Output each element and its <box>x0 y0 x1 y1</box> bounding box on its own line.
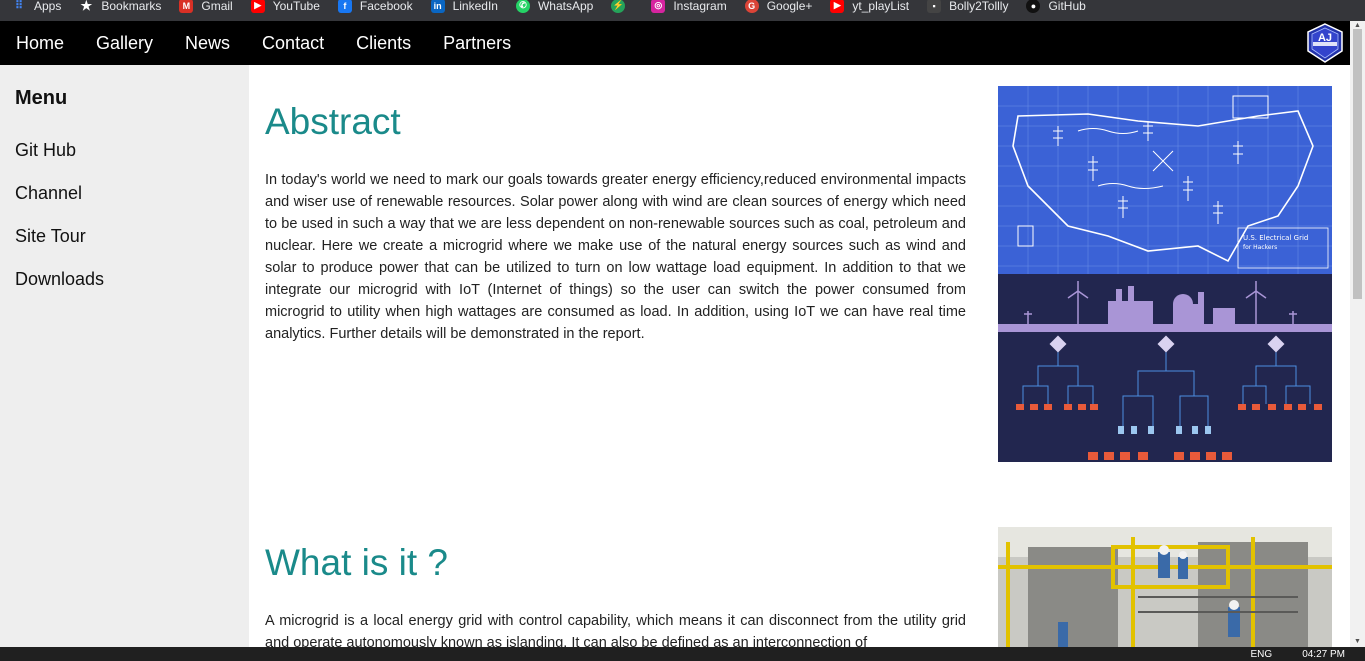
apps-grid-icon: ⠿ <box>14 0 24 12</box>
linkedin-icon: in <box>430 0 445 13</box>
nav-home[interactable]: Home <box>0 21 80 65</box>
page-scrollbar[interactable]: ▲ ▼ <box>1350 21 1365 647</box>
logo-text: AJ <box>1318 32 1332 44</box>
youtube-icon: ▶ <box>250 0 265 13</box>
nav-gallery[interactable]: Gallery <box>80 21 169 65</box>
scroll-down-arrow-icon[interactable]: ▼ <box>1350 637 1365 647</box>
microgrid-illustration: U.S. Electrical Grid for Hackers <box>998 86 1332 462</box>
clock[interactable]: 04:27 PM <box>1302 649 1345 660</box>
gmail-icon: M <box>179 0 194 13</box>
blueprint-sublabel: for Hackers <box>1243 244 1277 251</box>
bookmarks-bar: ⠿ Apps ★ Bookmarks M Gmail ▶ YouTube f Facebo… <box>0 0 1365 21</box>
instagram-icon: ◎ <box>651 0 666 13</box>
facebook-icon: f <box>337 0 352 13</box>
nav-partners[interactable]: Partners <box>427 21 527 65</box>
bookmark-youtube[interactable]: ▶ YouTube <box>250 0 320 16</box>
sidebar-item-git-hub[interactable]: Git Hub <box>15 140 234 163</box>
system-tray: ENG 04:27 PM <box>1251 649 1345 660</box>
abstract-section: Abstract In today's world we need to mar… <box>265 101 966 345</box>
what-is-it-section: What is it ? A microgrid is a local ener… <box>265 542 966 647</box>
bookmark-apps[interactable]: ⠿ Apps <box>12 0 61 16</box>
section-heading: Abstract <box>265 101 401 142</box>
sidebar-title: Menu <box>15 87 68 109</box>
section-heading: What is it ? <box>265 542 448 583</box>
bookmark-github[interactable]: ● GitHub <box>1026 0 1086 16</box>
site-logo[interactable]: AJ <box>1306 23 1344 63</box>
sidebar-item-site-tour[interactable]: Site Tour <box>15 226 234 249</box>
language-indicator[interactable]: ENG <box>1251 649 1273 660</box>
star-icon: ★ <box>80 0 93 13</box>
section-body: A microgrid is a local energy grid with … <box>265 613 966 647</box>
nav-contact[interactable]: Contact <box>246 21 340 65</box>
bookmark-bolly2tollly[interactable]: ▪ Bolly2Tollly <box>927 0 1008 16</box>
microgrid-facility-photo <box>998 527 1332 647</box>
bookmark-instagram[interactable]: ◎ Instagram <box>651 0 727 16</box>
bookmark-whatsapp[interactable]: ✆ WhatsApp <box>515 0 593 16</box>
github-icon: ● <box>1026 0 1041 13</box>
nav-news[interactable]: News <box>169 21 246 65</box>
bookmark-bookmarks[interactable]: ★ Bookmarks <box>79 0 162 16</box>
google-plus-icon: G <box>744 0 759 13</box>
sidebar: Menu Git Hub Channel Site Tour Downloads <box>0 65 249 647</box>
bookmark-yt-playlist[interactable]: ▶ yt_playList <box>830 0 909 16</box>
bookmark-linkedin[interactable]: in LinkedIn <box>430 0 498 16</box>
youtube-icon: ▶ <box>830 0 845 13</box>
bookmark-google-plus[interactable]: G Google+ <box>744 0 812 16</box>
scroll-thumb[interactable] <box>1353 29 1362 299</box>
bookmark-facebook[interactable]: f Facebook <box>337 0 413 16</box>
os-taskbar: ENG 04:27 PM <box>0 647 1365 661</box>
blueprint-label: U.S. Electrical Grid <box>1243 234 1308 242</box>
film-icon: ▪ <box>927 0 942 13</box>
bookmark-bolt[interactable]: ⚡ <box>611 0 633 16</box>
bookmark-gmail[interactable]: M Gmail <box>179 0 233 16</box>
top-nav: Home Gallery News Contact Clients Partne… <box>0 21 1350 65</box>
whatsapp-icon: ✆ <box>515 0 530 13</box>
bolt-icon: ⚡ <box>611 0 626 13</box>
sidebar-item-channel[interactable]: Channel <box>15 183 234 206</box>
section-body: In today's world we need to mark our goa… <box>265 172 966 342</box>
sidebar-item-downloads[interactable]: Downloads <box>15 269 234 292</box>
nav-clients[interactable]: Clients <box>340 21 427 65</box>
main-content: Abstract In today's world we need to mar… <box>249 65 1350 647</box>
